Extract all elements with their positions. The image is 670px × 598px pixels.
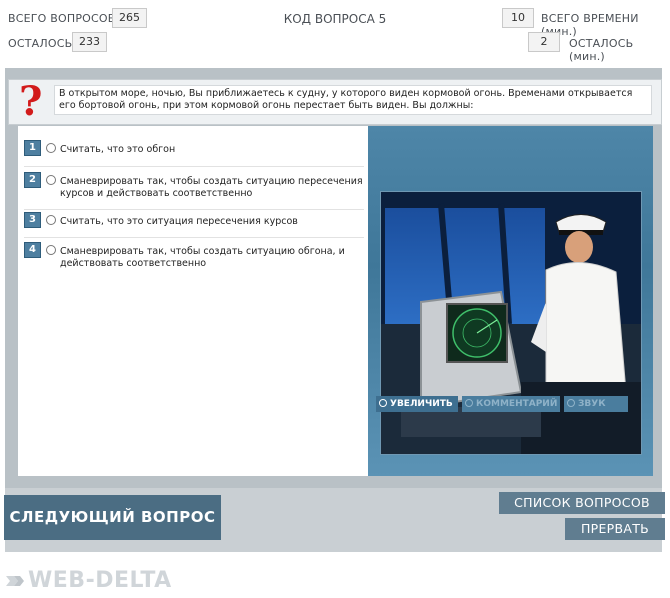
answer-radio-3[interactable] [46, 215, 56, 225]
total-time-value: 10 [502, 8, 534, 28]
answers-list: 1 Считать, что это обгон 2 Сманеврироват… [18, 126, 368, 476]
remaining-questions-label: ОСТАЛОСЬ [8, 37, 73, 50]
total-time-label: ВСЕГО ВРЕМЕНИ (мин.) [541, 12, 639, 38]
answer-text-4: Сманеврировать так, чтобы создать ситуац… [60, 246, 345, 269]
header-bar: ВСЕГО ВОПРОСОВ 265 ОСТАЛОСЬ 233 КОД ВОПР… [0, 0, 670, 63]
answer-text-2: Сманеврировать так, чтобы создать ситуац… [60, 176, 363, 199]
time-left-label: ОСТАЛОСЬ (мин.) [569, 37, 634, 63]
answer-text-3: Считать, что это ситуация пересечения ку… [60, 216, 298, 227]
answer-option-1[interactable]: 1 Считать, что это обгон [24, 140, 364, 156]
magnifier-icon [379, 399, 387, 407]
zoom-button[interactable]: УВЕЛИЧИТЬ [376, 396, 458, 412]
time-left-value: 2 [528, 32, 560, 52]
answer-radio-4[interactable] [46, 245, 56, 255]
remaining-questions-value: 233 [72, 32, 107, 52]
answer-option-3[interactable]: 3 Считать, что это ситуация пересечения … [24, 212, 364, 228]
answer-option-2[interactable]: 2 Сманеврировать так, чтобы создать ситу… [24, 172, 364, 200]
answer-divider [24, 237, 364, 238]
illustration-panel: УВЕЛИЧИТЬ КОММЕНТАРИЙ ЗВУК [368, 126, 653, 476]
question-mark-icon: ? [19, 78, 43, 125]
image-toolbar: УВЕЛИЧИТЬ КОММЕНТАРИЙ ЗВУК [376, 396, 646, 414]
answer-radio-1[interactable] [46, 143, 56, 153]
answer-divider [24, 166, 364, 167]
abort-button[interactable]: ПРЕРВАТЬ [565, 518, 665, 540]
answer-divider [24, 209, 364, 210]
answer-option-4[interactable]: 4 Сманеврировать так, чтобы создать ситу… [24, 242, 364, 270]
answer-number-2: 2 [24, 172, 41, 188]
answer-number-1: 1 [24, 140, 41, 156]
answer-text-1: Считать, что это обгон [60, 144, 176, 155]
question-text: В открытом море, ночью, Вы приближаетесь… [54, 85, 652, 115]
magnifier-icon [465, 399, 473, 407]
magnifier-icon [567, 399, 575, 407]
comments-button[interactable]: КОММЕНТАРИЙ [462, 396, 560, 412]
brand-logo: WEB-DELTA [6, 568, 172, 593]
sound-label: ЗВУК [578, 399, 606, 409]
question-illustration [380, 191, 642, 455]
zoom-label: УВЕЛИЧИТЬ [390, 399, 453, 409]
answer-radio-2[interactable] [46, 175, 56, 185]
question-list-button[interactable]: СПИСОК ВОПРОСОВ [499, 492, 665, 514]
logo-arrows-icon [6, 576, 24, 586]
next-question-button[interactable]: СЛЕДУЮЩИЙ ВОПРОС [4, 495, 221, 540]
answer-number-3: 3 [24, 212, 41, 228]
sound-button[interactable]: ЗВУК [564, 396, 628, 412]
comments-label: КОММЕНТАРИЙ [476, 399, 558, 409]
logo-text: WEB-DELTA [28, 568, 172, 593]
answer-number-4: 4 [24, 242, 41, 258]
question-panel: ? В открытом море, ночью, Вы приближаете… [8, 79, 662, 125]
